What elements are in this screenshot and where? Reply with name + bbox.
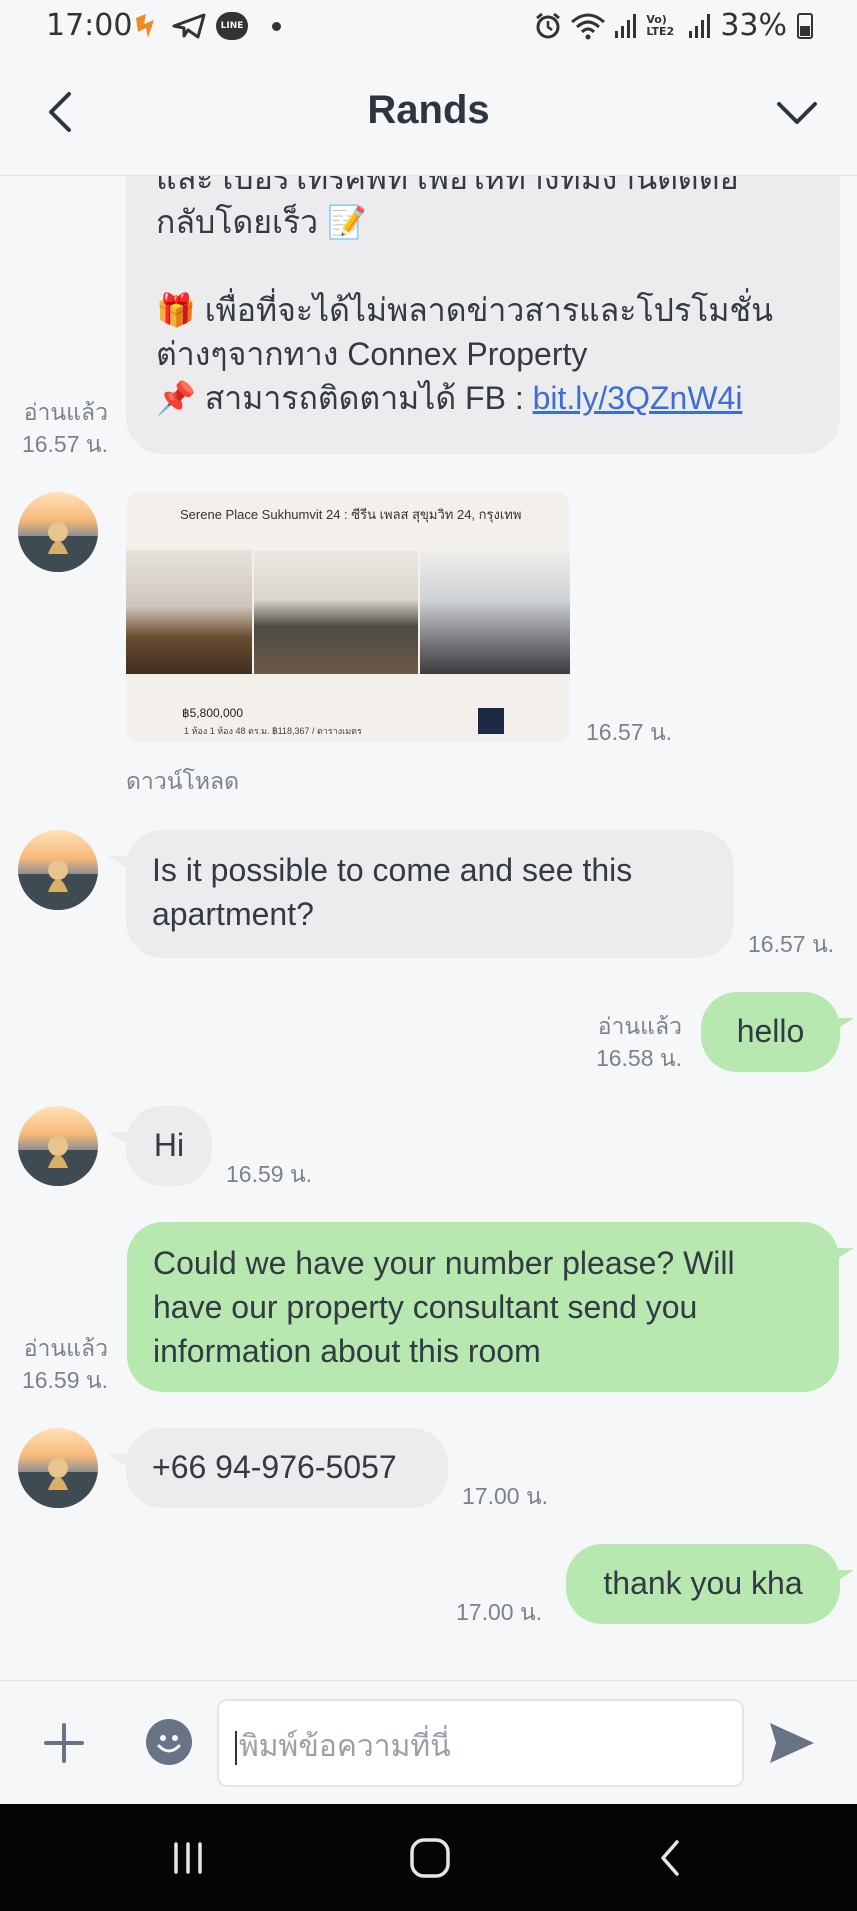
phone-number: +66 94-976-5057 — [152, 1449, 397, 1485]
app-notification-icon — [136, 14, 154, 38]
recents-button[interactable] — [160, 1834, 216, 1882]
read-receipt: อ่านแล้ว — [597, 1013, 682, 1039]
message-line: 📌 สามารถติดตามได้ FB : bit.ly/3QZnW4i — [156, 376, 812, 420]
nav-back-button[interactable] — [642, 1834, 698, 1882]
message-text: hello — [736, 1013, 805, 1049]
message-line: และ เบอร์โทรศัพท์ เพื่อให้ทางทีมงานติดต่… — [156, 176, 739, 196]
message-composer: พิมพ์ข้อความที่นี่ — [0, 1680, 857, 1804]
chevron-down-icon — [777, 102, 817, 124]
message-line: have our property consultant send you — [153, 1289, 698, 1325]
signal-icon — [615, 13, 637, 38]
message-bubble-incoming[interactable]: +66 94-976-5057 — [126, 1428, 448, 1508]
telegram-icon — [172, 13, 206, 39]
message-line: Could we have your number please? Will — [153, 1245, 735, 1281]
message-time: 16.57 น. — [586, 719, 673, 745]
emoji-button[interactable] — [146, 1719, 192, 1765]
bubble-tail — [832, 1018, 854, 1032]
image-price: ฿5,800,000 — [182, 706, 244, 720]
message-time: 16.57 น. — [21, 431, 108, 457]
text-caret — [235, 1731, 237, 1766]
contact-avatar[interactable] — [18, 1106, 98, 1186]
image-details: 1 ห้อง 1 ห้อง 48 ตร.ม. ฿118,367 / ตารางเ… — [184, 726, 362, 736]
status-bar: 17:00 LINE Vo) LTE2 33% — [0, 0, 857, 52]
message-meta: อ่านแล้ว 16.59 น. — [6, 1332, 108, 1396]
message-bubble-outgoing[interactable]: thank you kha — [566, 1544, 840, 1624]
avatar-photo — [18, 1458, 98, 1508]
avatar-photo — [18, 522, 98, 572]
plus-icon — [44, 1723, 84, 1763]
input-placeholder: พิมพ์ข้อความที่นี่ — [239, 1730, 451, 1763]
emoji-icon — [157, 1735, 181, 1753]
home-icon — [410, 1838, 450, 1878]
system-status: Vo) LTE2 33% — [534, 8, 813, 43]
nav-back-icon — [661, 1840, 679, 1876]
message-text: 📌 สามารถติดตามได้ FB : — [156, 380, 533, 416]
wifi-icon — [571, 13, 606, 39]
message-bubble-outgoing[interactable]: Could we have your number please? Will h… — [127, 1222, 839, 1392]
attach-button[interactable] — [40, 1719, 88, 1767]
message-line: 🎁 เพื่อที่จะได้ไม่พลาดข่าวสารและโปรโมชั่… — [156, 292, 774, 328]
contact-avatar[interactable] — [18, 1428, 98, 1508]
read-receipt: อ่านแล้ว — [23, 399, 108, 425]
message-bubble-outgoing[interactable]: hello — [701, 992, 840, 1072]
message-line: information about this room — [153, 1333, 541, 1369]
message-bubble-incoming[interactable]: Hi — [126, 1106, 212, 1186]
message-time: 17.00 น. — [462, 1483, 549, 1509]
message-line: กลับโดยเร็ว 📝 — [156, 204, 367, 240]
message-bubble-incoming[interactable]: Is it possible to come and see this apar… — [126, 830, 734, 958]
battery-icon — [797, 12, 813, 39]
battery-percent: 33% — [720, 8, 787, 43]
bubble-tail — [832, 1248, 854, 1262]
bubble-tail — [832, 1570, 854, 1584]
avatar-photo — [18, 860, 98, 910]
room-photo — [420, 550, 570, 674]
message-time: 17.00 น. — [456, 1599, 543, 1625]
more-notifications-icon — [272, 21, 281, 31]
message-meta: อ่านแล้ว 16.57 น. — [6, 396, 108, 460]
message-line: apartment? — [152, 896, 314, 932]
image-title: Serene Place Sukhumvit 24 : ซีรีน เพลส ส… — [180, 507, 522, 522]
send-button[interactable] — [766, 1717, 818, 1769]
network-label: Vo) LTE2 — [646, 12, 675, 38]
property-image[interactable]: Serene Place Sukhumvit 24 : ซีรีน เพลส ส… — [126, 492, 570, 742]
message-time: 16.58 น. — [595, 1045, 682, 1071]
send-icon — [770, 1723, 814, 1763]
download-link[interactable]: ดาวน์โหลด — [126, 764, 239, 800]
recents-icon — [174, 1842, 202, 1874]
message-time: 16.59 น. — [21, 1367, 108, 1393]
status-time: 17:00 — [46, 8, 133, 43]
agency-logo — [478, 708, 504, 734]
facebook-link[interactable]: bit.ly/3QZnW4i — [533, 380, 743, 416]
message-line: ต่างๆจากทาง Connex Property — [156, 336, 588, 372]
message-line: Is it possible to come and see this — [152, 852, 633, 888]
message-text: thank you kha — [603, 1565, 803, 1601]
message-text: Hi — [153, 1127, 185, 1163]
message-bubble-outgoing[interactable]: และ เบอร์โทรศัพท์ เพื่อให้ทางทีมงานติดต่… — [126, 176, 840, 454]
chat-title: Rands — [367, 88, 490, 132]
home-button[interactable] — [402, 1834, 458, 1882]
read-receipt: อ่านแล้ว — [23, 1335, 108, 1361]
message-time: 16.57 น. — [748, 931, 835, 957]
message-time: 16.59 น. — [226, 1161, 313, 1187]
chat-history[interactable]: และ เบอร์โทรศัพท์ เพื่อให้ทางทีมงานติดต่… — [0, 176, 857, 1680]
notification-icons: LINE — [132, 10, 281, 42]
room-photo — [126, 550, 252, 674]
message-meta: อ่านแล้ว 16.58 น. — [560, 1010, 682, 1074]
line-icon: LINE — [216, 12, 248, 40]
avatar-photo — [18, 1136, 98, 1186]
message-line — [156, 244, 812, 288]
signal-icon-2 — [689, 13, 711, 38]
alarm-icon — [536, 12, 561, 38]
room-photo — [254, 550, 418, 674]
chat-menu-button[interactable] — [771, 88, 823, 136]
chat-header: Rands — [0, 52, 857, 176]
system-nav-bar — [0, 1804, 857, 1911]
contact-avatar[interactable] — [18, 830, 98, 910]
message-input[interactable]: พิมพ์ข้อความที่นี่ — [217, 1699, 744, 1787]
contact-avatar[interactable] — [18, 492, 98, 572]
